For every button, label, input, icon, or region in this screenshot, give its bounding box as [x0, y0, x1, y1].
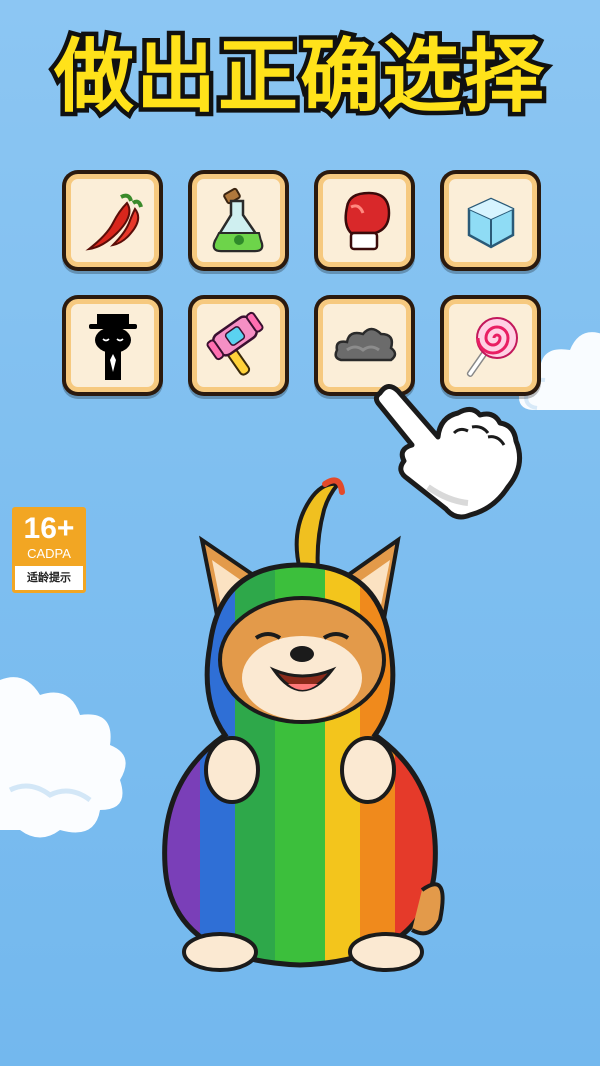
choice-tile-boxing-glove[interactable]	[314, 170, 415, 271]
boxing-glove-icon	[343, 191, 390, 250]
rainbow-gourd-shiba-mascot	[162, 477, 445, 972]
cloud-left-decoration	[0, 677, 126, 838]
age-rating-number: 16+	[23, 512, 75, 545]
dark-cloud-icon	[333, 327, 396, 361]
ice-cube-icon	[467, 197, 514, 248]
lollipop-icon	[466, 316, 518, 377]
choice-tile-toy-hammer[interactable]	[188, 295, 289, 396]
age-rating-org: CADPA	[27, 546, 71, 561]
potion-flask-icon	[212, 187, 263, 252]
shadow-man-icon	[88, 313, 137, 380]
age-rating-tip: 适龄提示	[27, 571, 71, 584]
choice-tile-ice-cube[interactable]	[440, 170, 541, 271]
page-title: 做出正确选择	[50, 26, 549, 128]
choice-grid	[62, 170, 542, 398]
choice-tile-chili[interactable]	[62, 170, 163, 271]
choice-tile-shadow-man[interactable]	[62, 295, 163, 396]
toy-hammer-icon	[206, 311, 263, 376]
age-rating-badge: 16+ CADPA 适龄提示	[12, 507, 86, 593]
choice-tile-potion[interactable]	[188, 170, 289, 271]
chili-pepper-icon	[84, 193, 143, 251]
